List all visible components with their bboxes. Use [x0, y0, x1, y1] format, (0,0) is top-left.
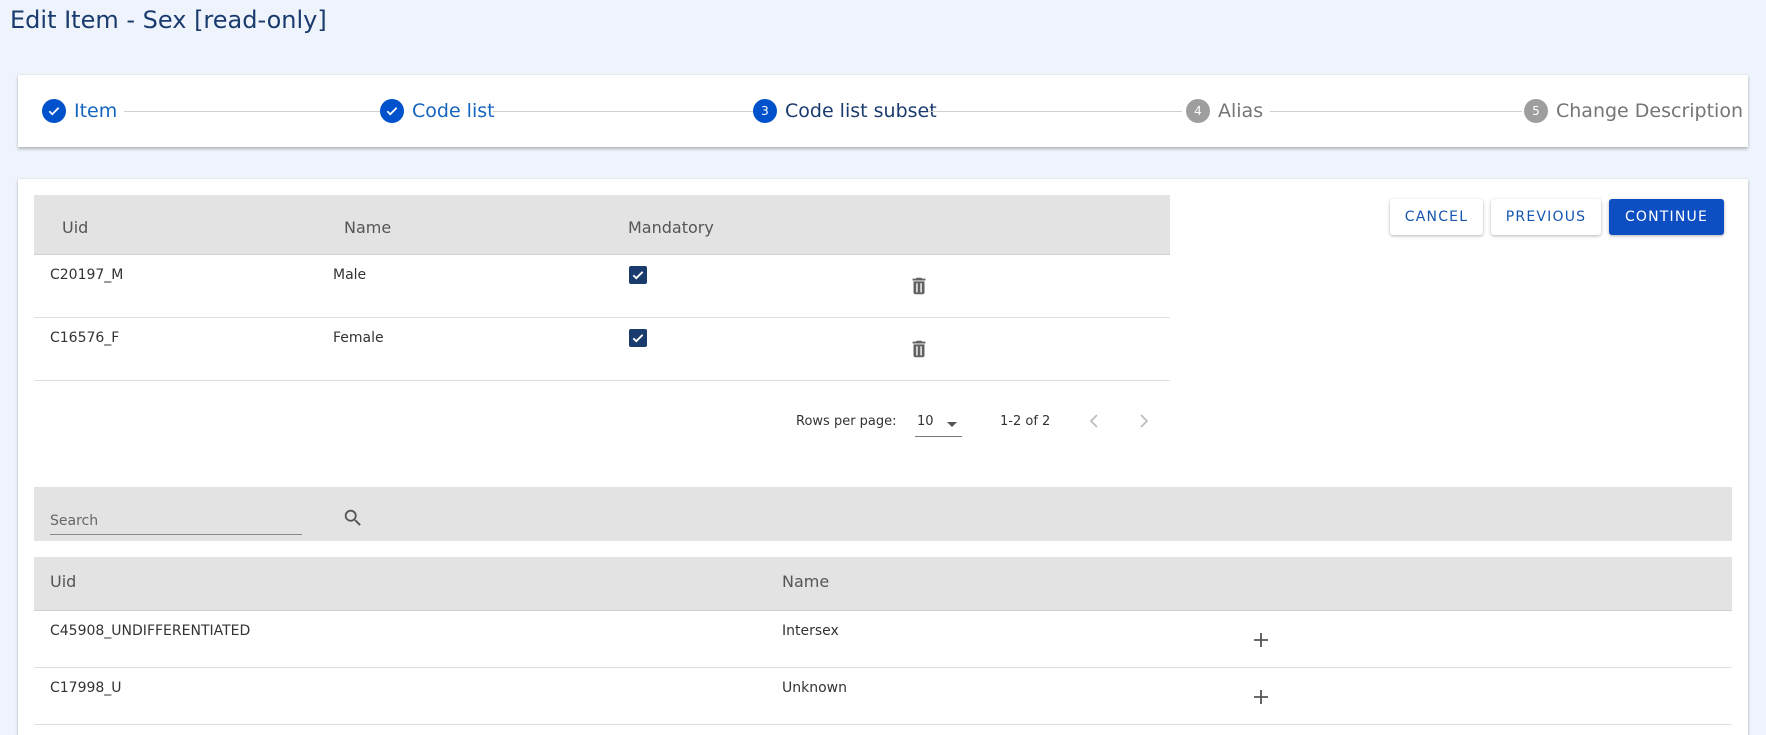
rows-per-page-select[interactable]: 10: [917, 414, 934, 429]
column-header-name[interactable]: Name: [344, 218, 391, 237]
cell-name: Female: [333, 330, 384, 346]
step-connector: [928, 111, 1182, 112]
table-header: Uid Name Mandatory: [34, 195, 1170, 255]
table-header: Uid Name: [34, 557, 1732, 611]
chevron-left-icon[interactable]: [1088, 413, 1100, 433]
step-alias[interactable]: 4 Alias: [1186, 75, 1263, 147]
step-connector: [493, 111, 757, 112]
step-label: Change Description: [1556, 100, 1743, 122]
step-connector: [1270, 111, 1522, 112]
table-row: C17998_U Unknown: [34, 668, 1732, 725]
table-row: C45908_UNDIFFERENTIATED Intersex: [34, 611, 1732, 668]
rows-per-page-label: Rows per page:: [796, 414, 897, 429]
step-label: Code list subset: [785, 100, 937, 122]
column-header-uid[interactable]: Uid: [50, 572, 76, 591]
mandatory-checkbox[interactable]: [629, 266, 647, 284]
continue-button[interactable]: CONTINUE: [1609, 199, 1724, 235]
check-icon: [42, 99, 66, 123]
step-number: 4: [1186, 99, 1210, 123]
stepper: Item Code list 3 Code list subset 4 Alia…: [18, 75, 1748, 147]
cell-uid: C17998_U: [50, 680, 122, 696]
column-header-mandatory[interactable]: Mandatory: [628, 218, 714, 237]
step-number: 5: [1524, 99, 1548, 123]
column-header-uid[interactable]: Uid: [62, 218, 88, 237]
step-item[interactable]: Item: [42, 75, 117, 147]
step-label: Alias: [1218, 100, 1264, 122]
select-underline: [915, 436, 962, 437]
search-input[interactable]: [50, 507, 302, 535]
search-toolbar: [34, 487, 1732, 541]
delete-icon[interactable]: [908, 338, 930, 360]
cell-name: Male: [333, 267, 367, 283]
check-icon: [380, 99, 404, 123]
step-number: 3: [753, 99, 777, 123]
mandatory-checkbox[interactable]: [629, 329, 647, 347]
cell-name: Unknown: [782, 680, 847, 696]
previous-button[interactable]: PREVIOUS: [1491, 199, 1601, 235]
page-range: 1-2 of 2: [1000, 414, 1051, 429]
add-icon[interactable]: [1252, 631, 1270, 653]
dropdown-arrow-icon[interactable]: [946, 414, 958, 433]
pagination: Rows per page: 10 1-2 of 2: [34, 395, 1170, 445]
step-connector: [124, 111, 380, 112]
table-row: C16576_F Female: [34, 318, 1170, 381]
delete-icon[interactable]: [908, 275, 930, 297]
table-row: C20197_M Male: [34, 255, 1170, 318]
cell-name: Intersex: [782, 623, 839, 639]
cell-uid: C45908_UNDIFFERENTIATED: [50, 623, 251, 639]
add-icon[interactable]: [1252, 688, 1270, 710]
column-header-name[interactable]: Name: [782, 572, 829, 591]
search-icon[interactable]: [342, 507, 364, 533]
selected-items-table: Uid Name Mandatory C20197_M Male C16576_…: [34, 195, 1170, 437]
cell-uid: C16576_F: [50, 330, 120, 346]
cell-uid: C20197_M: [50, 267, 124, 283]
step-code-list-subset[interactable]: 3 Code list subset: [753, 75, 937, 147]
main-card: Uid Name Mandatory C20197_M Male C16576_…: [18, 179, 1748, 735]
page-title: Edit Item - Sex [read-only]: [10, 6, 327, 34]
cancel-button[interactable]: CANCEL: [1390, 199, 1483, 235]
step-label: Code list: [412, 100, 495, 122]
available-items-table: Uid Name C45908_UNDIFFERENTIATED Interse…: [34, 557, 1732, 725]
step-change-description[interactable]: 5 Change Description: [1524, 75, 1743, 147]
step-label: Item: [74, 100, 118, 122]
step-code-list[interactable]: Code list: [380, 75, 495, 147]
chevron-right-icon[interactable]: [1138, 413, 1150, 433]
